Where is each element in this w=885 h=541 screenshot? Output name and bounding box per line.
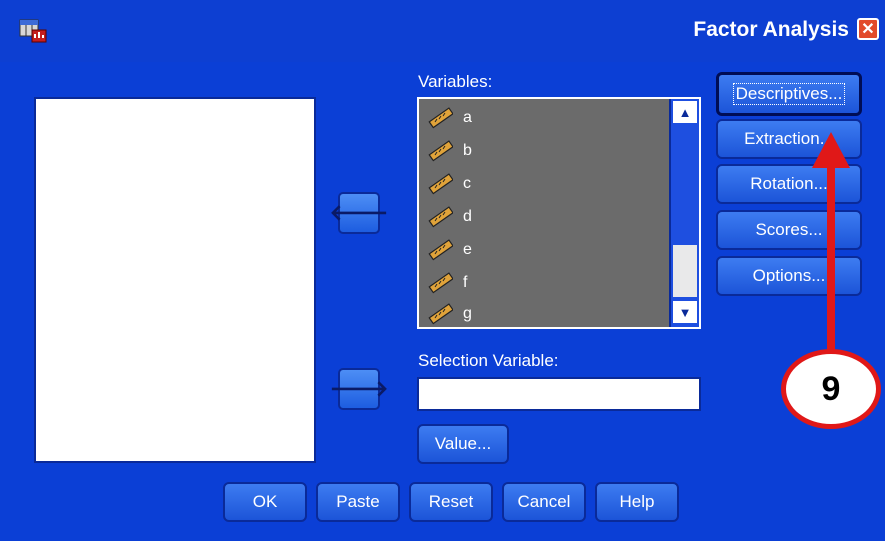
help-button-label: Help xyxy=(619,492,655,511)
descriptives-button[interactable]: Descriptives... xyxy=(716,72,862,116)
scale-ruler-icon xyxy=(428,206,453,228)
ok-button[interactable]: OK xyxy=(223,482,307,522)
variables-scrollbar[interactable]: ▲ ▼ xyxy=(669,99,699,327)
cancel-button-label: Cancel xyxy=(517,492,571,511)
list-item[interactable]: e xyxy=(427,235,472,265)
scale-ruler-icon xyxy=(428,140,453,162)
list-item[interactable]: b xyxy=(427,136,472,166)
value-button-label: Value... xyxy=(434,434,492,453)
rotation-button[interactable]: Rotation... xyxy=(716,164,862,204)
selection-variable-field[interactable] xyxy=(417,377,701,411)
variable-name: f xyxy=(463,274,468,291)
scale-ruler-icon xyxy=(428,239,453,261)
variables-label: Variables: xyxy=(418,72,493,91)
title-bar[interactable]: Factor Analysis ✕ xyxy=(0,0,885,62)
variable-name: a xyxy=(463,109,472,126)
factor-analysis-dialog: Factor Analysis ✕ 🡐 🡒 Variables: a b c d xyxy=(0,0,885,541)
scroll-thumb[interactable] xyxy=(673,245,697,297)
triangle-up-icon: ▲ xyxy=(678,104,692,120)
reset-button-label: Reset xyxy=(428,492,474,511)
step-number: 9 xyxy=(821,369,841,408)
scroll-down-button[interactable]: ▼ xyxy=(673,301,697,323)
scores-button[interactable]: Scores... xyxy=(716,210,862,250)
move-to-source-button[interactable]: 🡐 xyxy=(330,192,389,234)
help-button[interactable]: Help xyxy=(595,482,679,522)
window-title: Factor Analysis xyxy=(693,18,849,41)
scroll-up-button[interactable]: ▲ xyxy=(673,101,697,123)
scale-ruler-icon xyxy=(428,272,453,294)
annotation-arrow-head xyxy=(812,132,850,168)
ok-button-label: OK xyxy=(252,492,278,511)
list-item[interactable]: g xyxy=(427,299,472,327)
spss-table-icon xyxy=(19,19,47,43)
options-button[interactable]: Options... xyxy=(716,256,862,296)
scale-ruler-icon xyxy=(428,173,453,195)
scale-ruler-icon xyxy=(428,107,453,129)
arrow-right-icon: 🡒 xyxy=(329,376,389,401)
list-item[interactable]: c xyxy=(427,169,471,199)
variable-name: c xyxy=(463,175,471,192)
descriptives-button-label: Descriptives... xyxy=(732,83,846,105)
move-to-selection-button[interactable]: 🡒 xyxy=(330,368,389,410)
rotation-button-label: Rotation... xyxy=(750,174,828,193)
paste-button[interactable]: Paste xyxy=(316,482,400,522)
variable-name: d xyxy=(463,208,472,225)
selection-variable-label: Selection Variable: xyxy=(418,351,559,370)
cancel-button[interactable]: Cancel xyxy=(502,482,586,522)
options-button-label: Options... xyxy=(752,266,826,285)
value-button[interactable]: Value... xyxy=(417,424,509,464)
variables-list[interactable]: a b c d e f g ▲ ▼ xyxy=(417,97,701,329)
list-item[interactable]: d xyxy=(427,202,472,232)
annotation-arrow-shaft xyxy=(827,158,835,358)
reset-button[interactable]: Reset xyxy=(409,482,493,522)
arrow-left-icon: 🡐 xyxy=(329,200,389,225)
close-icon[interactable]: ✕ xyxy=(857,18,879,40)
variable-name: b xyxy=(463,142,472,159)
triangle-down-icon: ▼ xyxy=(678,304,692,320)
scores-button-label: Scores... xyxy=(755,220,823,239)
paste-button-label: Paste xyxy=(336,492,380,511)
list-item[interactable]: f xyxy=(427,268,467,298)
variable-name: g xyxy=(463,305,472,322)
source-variable-list[interactable] xyxy=(34,97,316,463)
list-item[interactable]: a xyxy=(427,103,472,133)
scale-ruler-icon xyxy=(428,303,453,325)
step-number-callout: 9 xyxy=(781,349,881,429)
variable-name: e xyxy=(463,241,472,258)
